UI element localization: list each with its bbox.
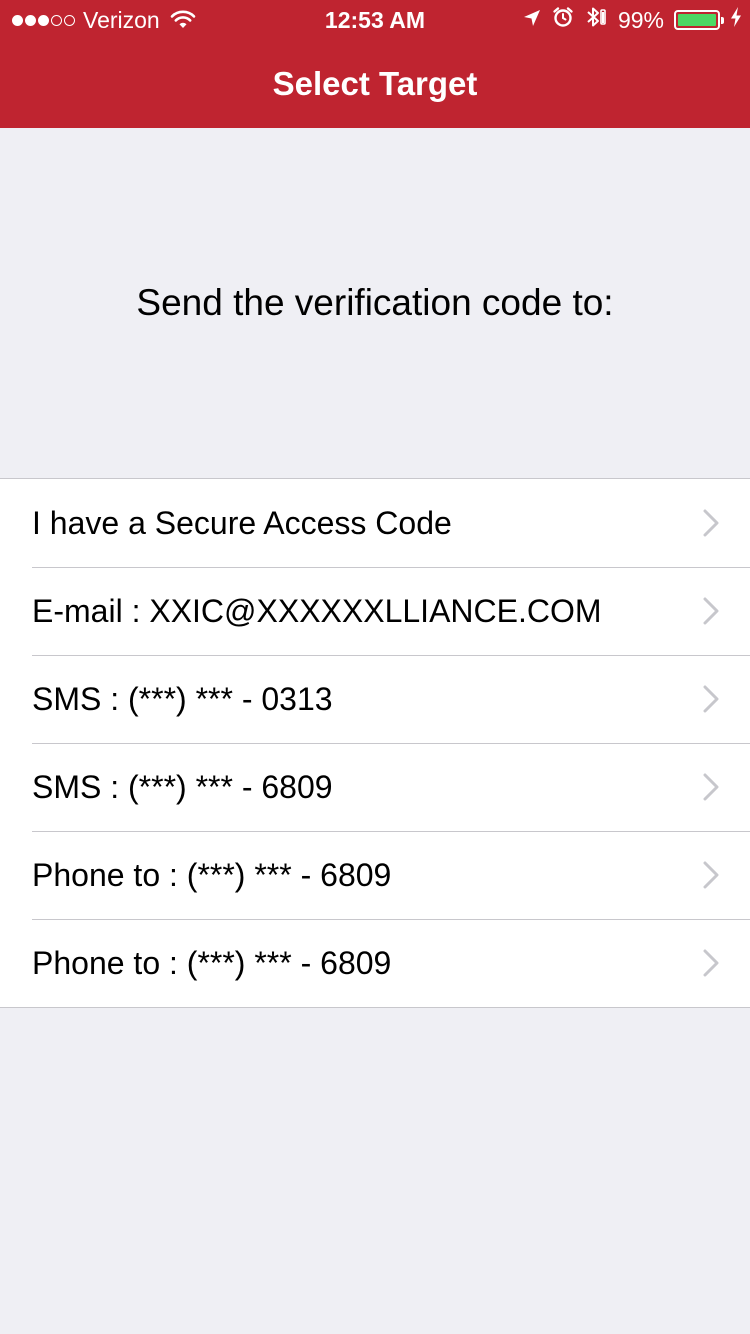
page-title: Select Target: [272, 65, 478, 102]
chevron-right-icon: [703, 861, 719, 889]
nav-bar: Select Target: [0, 40, 750, 128]
chevron-right-icon: [703, 685, 719, 713]
option-label: SMS : (***) *** - 0313: [32, 680, 333, 717]
option-phone-6809[interactable]: Phone to : (***) *** - 6809: [0, 831, 750, 919]
header: Verizon 12:53 AM 99% Select Target: [0, 0, 750, 128]
target-options-list: I have a Secure Access Code E-mail : XXI…: [0, 478, 750, 1008]
option-label: E-mail : XXIC@XXXXXXLLIANCE.COM: [32, 592, 602, 629]
option-label: Phone to : (***) *** - 6809: [32, 944, 392, 981]
verification-prompt: Send the verification code to:: [136, 282, 614, 323]
battery-nub: [721, 17, 724, 24]
option-sms-0313[interactable]: SMS : (***) *** - 0313: [0, 655, 750, 743]
battery-percentage: 99%: [617, 7, 664, 33]
bluetooth-icon: [584, 5, 608, 35]
option-secure-access-code[interactable]: I have a Secure Access Code: [0, 479, 750, 567]
screen: Verizon 12:53 AM 99% Select Target Send …: [0, 0, 750, 1334]
location-arrow-icon: [522, 7, 542, 34]
status-bar: Verizon 12:53 AM 99%: [0, 0, 750, 40]
chevron-right-icon: [703, 597, 719, 625]
status-bar-right: 99%: [522, 7, 742, 33]
battery-level-fill: [678, 14, 716, 26]
chevron-right-icon: [703, 949, 719, 977]
option-label: Phone to : (***) *** - 6809: [32, 856, 392, 893]
option-label: I have a Secure Access Code: [32, 504, 452, 541]
chevron-right-icon: [703, 773, 719, 801]
option-email[interactable]: E-mail : XXIC@XXXXXXLLIANCE.COM: [0, 567, 750, 655]
option-phone-6809-alt[interactable]: Phone to : (***) *** - 6809: [0, 919, 750, 1007]
battery-icon: [674, 10, 724, 30]
alarm-icon: [552, 6, 574, 34]
option-label: SMS : (***) *** - 6809: [32, 768, 333, 805]
charging-bolt-icon: [730, 6, 742, 34]
option-sms-6809[interactable]: SMS : (***) *** - 6809: [0, 743, 750, 831]
chevron-right-icon: [703, 509, 719, 537]
